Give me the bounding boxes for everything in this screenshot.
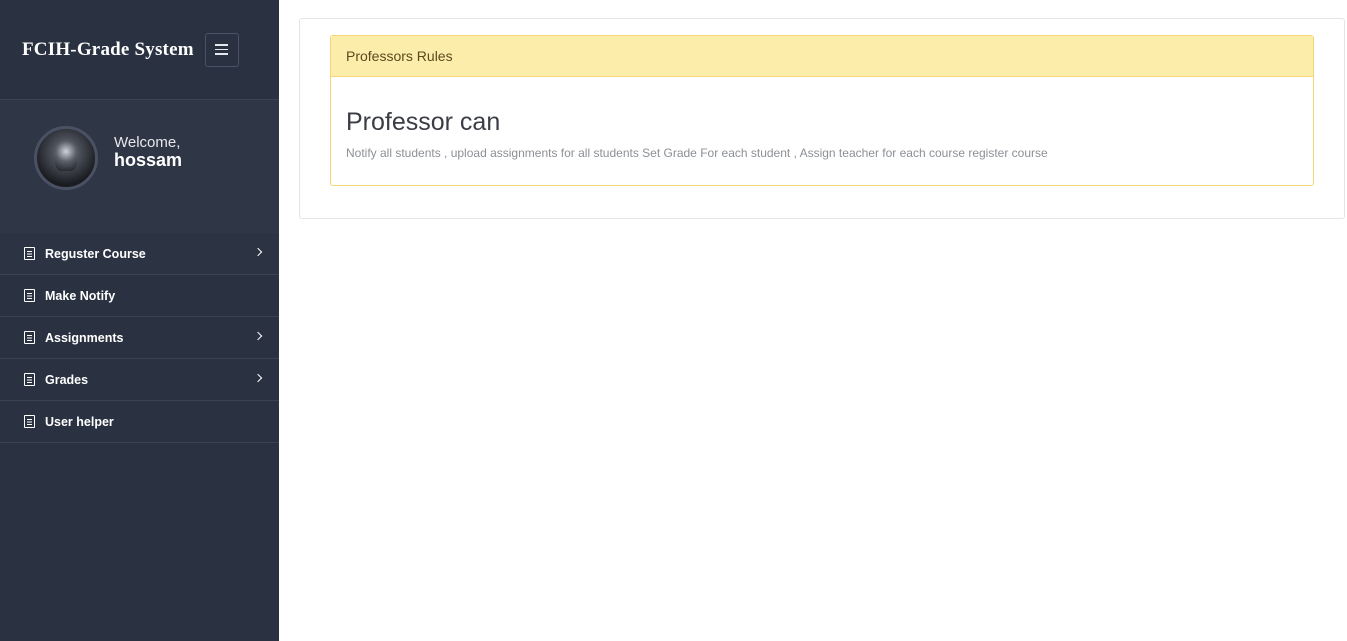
chevron-right-icon [253,247,263,257]
avatar [34,126,98,190]
sidebar-item-label: Make Notify [45,288,116,303]
panel-title: Professor can [346,108,501,136]
sidebar-item-assignments[interactable]: Assignments [0,317,279,359]
sidebar-item-user-helper[interactable]: User helper [0,401,279,443]
brand-bar: FCIH-Grade System [0,0,279,100]
document-icon [24,289,35,302]
brand-title[interactable]: FCIH-Grade System [22,39,194,61]
sidebar-item-label: User helper [45,414,114,429]
sidebar-item-label: Assignments [45,330,124,345]
document-icon [24,247,35,260]
document-icon [24,331,35,344]
welcome-username: hossam [114,150,183,170]
sidebar-item-grades[interactable]: Grades [0,359,279,401]
menu-toggle-button[interactable] [204,32,239,67]
hamburger-icon [215,44,229,55]
document-icon [24,373,35,386]
chevron-right-icon [253,373,263,383]
main-content-card: Professors Rules Professor can Notify al… [299,18,1345,219]
sidebar-nav: Reguster Course Make Notify Assignments … [0,233,279,443]
welcome-label: Welcome, [114,134,181,151]
professors-rules-panel: Professors Rules Professor can Notify al… [330,35,1314,186]
sidebar-item-label: Grades [45,372,89,387]
panel-heading: Professors Rules [331,36,1313,77]
sidebar-item-make-notify[interactable]: Make Notify [0,275,279,317]
panel-description: Notify all students , upload assignments… [346,146,1048,160]
sidebar: FCIH-Grade System Welcome, hossam Regust… [0,0,279,641]
sidebar-item-reguster-course[interactable]: Reguster Course [0,233,279,275]
sidebar-item-label: Reguster Course [45,246,146,261]
document-icon [24,415,35,428]
chevron-right-icon [253,331,263,341]
